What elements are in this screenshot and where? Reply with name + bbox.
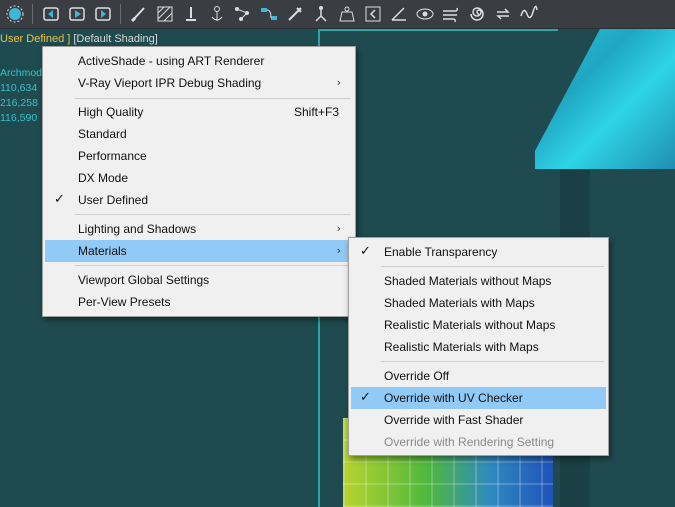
pin-icon[interactable] bbox=[180, 3, 202, 25]
submenu-arrow-icon: › bbox=[336, 222, 341, 235]
wind-icon[interactable] bbox=[440, 3, 462, 25]
vortex-icon[interactable] bbox=[466, 3, 488, 25]
menu-separator bbox=[75, 214, 351, 215]
angle-icon[interactable] bbox=[388, 3, 410, 25]
menu-item-shaded-with-maps[interactable]: Shaded Materials with Maps bbox=[351, 292, 606, 314]
undo-scene-icon[interactable] bbox=[40, 3, 62, 25]
menu-item-realistic-without-maps[interactable]: Realistic Materials without Maps bbox=[351, 314, 606, 336]
menu-item-override-off[interactable]: Override Off bbox=[351, 365, 606, 387]
menu-item-shortcut: Shift+F3 bbox=[293, 105, 339, 119]
scene-wall bbox=[520, 29, 600, 179]
cycle-icon[interactable] bbox=[492, 3, 514, 25]
menu-item-dx-mode[interactable]: DX Mode bbox=[45, 167, 353, 189]
menu-item-label: Override Off bbox=[384, 369, 450, 383]
menu-item-label: Materials bbox=[78, 244, 127, 258]
menu-item-override-fast-shader[interactable]: Override with Fast Shader bbox=[351, 409, 606, 431]
viewport-label-shading[interactable]: [Default Shading] bbox=[73, 33, 157, 45]
menu-item-materials[interactable]: Materials › bbox=[45, 240, 353, 262]
menu-item-override-uv-checker[interactable]: ✓ Override with UV Checker bbox=[351, 387, 606, 409]
menu-item-viewport-global-settings[interactable]: Viewport Global Settings bbox=[45, 269, 353, 291]
menu-item-label: DX Mode bbox=[78, 171, 129, 185]
menu-item-label: User Defined bbox=[78, 193, 149, 207]
menu-item-activeshade[interactable]: ActiveShade - using ART Renderer bbox=[45, 50, 353, 72]
eye-icon[interactable] bbox=[414, 3, 436, 25]
wand-icon[interactable] bbox=[284, 3, 306, 25]
menu-item-user-defined[interactable]: ✓ User Defined bbox=[45, 189, 353, 211]
menu-item-label: Lighting and Shadows bbox=[78, 222, 197, 236]
menu-item-lighting-shadows[interactable]: Lighting and Shadows › bbox=[45, 218, 353, 240]
wave-icon[interactable] bbox=[518, 3, 540, 25]
menu-item-label: Viewport Global Settings bbox=[78, 273, 210, 287]
menu-separator bbox=[75, 265, 351, 266]
stats-line: 216,258 bbox=[0, 97, 38, 109]
materials-submenu: ✓ Enable Transparency Shaded Materials wi… bbox=[348, 237, 609, 456]
menu-separator bbox=[75, 98, 351, 99]
submenu-arrow-icon: › bbox=[336, 76, 341, 89]
menu-item-label: Realistic Materials with Maps bbox=[384, 340, 539, 354]
shading-context-menu: ActiveShade - using ART Renderer V-Ray V… bbox=[42, 46, 356, 317]
menu-item-label: Shaded Materials with Maps bbox=[384, 296, 535, 310]
menu-item-label: Standard bbox=[78, 127, 127, 141]
menu-item-performance[interactable]: Performance bbox=[45, 145, 353, 167]
menu-item-label: V-Ray Vieport IPR Debug Shading bbox=[78, 76, 262, 90]
submenu-arrow-icon: › bbox=[336, 244, 341, 257]
safe-frame-top bbox=[318, 29, 558, 31]
checkmark-icon: ✓ bbox=[360, 390, 371, 405]
stats-line: Archmod bbox=[0, 67, 43, 79]
toolbar-separator bbox=[32, 4, 33, 24]
menu-separator bbox=[381, 266, 604, 267]
select-object-icon[interactable] bbox=[4, 3, 26, 25]
menu-separator bbox=[381, 361, 604, 362]
main-toolbar bbox=[0, 0, 675, 29]
menu-item-label: Realistic Materials without Maps bbox=[384, 318, 556, 332]
viewport-label-user[interactable]: User Defined bbox=[0, 33, 64, 45]
viewport-label-bracket: ] bbox=[64, 33, 74, 45]
menu-item-label: Performance bbox=[78, 149, 147, 163]
menu-item-label: High Quality bbox=[78, 105, 144, 119]
play-icon[interactable] bbox=[66, 3, 88, 25]
stats-line: 110,634 bbox=[0, 82, 38, 94]
menu-item-standard[interactable]: Standard bbox=[45, 123, 353, 145]
menu-item-vray-ipr[interactable]: V-Ray Vieport IPR Debug Shading › bbox=[45, 72, 353, 94]
menu-item-label: Override with Rendering Setting bbox=[384, 435, 555, 449]
anchor-icon[interactable] bbox=[206, 3, 228, 25]
viewport-label[interactable]: User Defined ] [Default Shading] bbox=[0, 33, 158, 45]
menu-item-label: Enable Transparency bbox=[384, 245, 498, 259]
node-editor-icon[interactable] bbox=[258, 3, 280, 25]
menu-item-per-view-presets[interactable]: Per-View Presets bbox=[45, 291, 353, 313]
stats-line: 116,590 bbox=[0, 112, 38, 124]
checkmark-icon: ✓ bbox=[54, 192, 65, 207]
graph-icon[interactable] bbox=[232, 3, 254, 25]
back-icon[interactable] bbox=[362, 3, 384, 25]
menu-item-shaded-without-maps[interactable]: Shaded Materials without Maps bbox=[351, 270, 606, 292]
menu-item-enable-transparency[interactable]: ✓ Enable Transparency bbox=[351, 241, 606, 263]
menu-item-label: Override with UV Checker bbox=[384, 391, 523, 405]
menu-item-label: ActiveShade - using ART Renderer bbox=[78, 54, 265, 68]
menu-item-label: Per-View Presets bbox=[78, 295, 171, 309]
menu-item-override-rendering-setting: Override with Rendering Setting bbox=[351, 431, 606, 453]
weight-icon[interactable] bbox=[336, 3, 358, 25]
hatch-icon[interactable] bbox=[154, 3, 176, 25]
menu-item-label: Shaded Materials without Maps bbox=[384, 274, 552, 288]
rig-icon[interactable] bbox=[310, 3, 332, 25]
toolbar-separator bbox=[120, 4, 121, 24]
viewport-stats: Archmod 110,634 216,258 116,590 bbox=[0, 66, 42, 126]
menu-item-realistic-with-maps[interactable]: Realistic Materials with Maps bbox=[351, 336, 606, 358]
brush-icon[interactable] bbox=[128, 3, 150, 25]
checkmark-icon: ✓ bbox=[360, 244, 371, 259]
redo-scene-icon[interactable] bbox=[92, 3, 114, 25]
menu-item-label: Override with Fast Shader bbox=[384, 413, 524, 427]
menu-item-high-quality[interactable]: High Quality Shift+F3 bbox=[45, 101, 353, 123]
